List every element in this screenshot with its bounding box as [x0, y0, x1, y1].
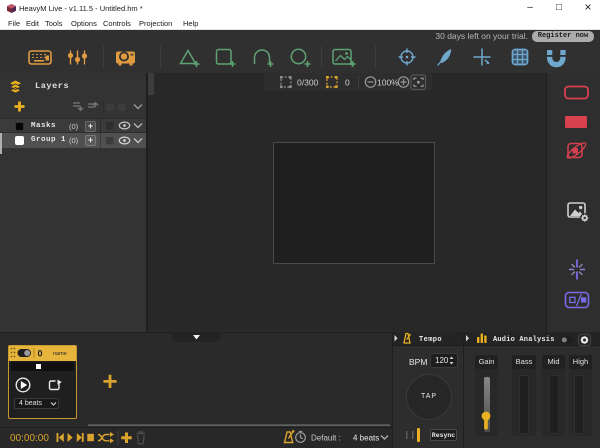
svg-text:00:00:00: 00:00:00 — [10, 433, 49, 444]
svg-text:Default :: Default : — [311, 434, 341, 443]
svg-text:0: 0 — [38, 349, 43, 359]
svg-text:0: 0 — [345, 78, 350, 88]
svg-text:4 beats: 4 beats — [353, 434, 379, 443]
svg-text:0/300: 0/300 — [297, 78, 319, 88]
svg-text:name: name — [53, 351, 67, 357]
svg-text:100%: 100% — [377, 78, 399, 88]
